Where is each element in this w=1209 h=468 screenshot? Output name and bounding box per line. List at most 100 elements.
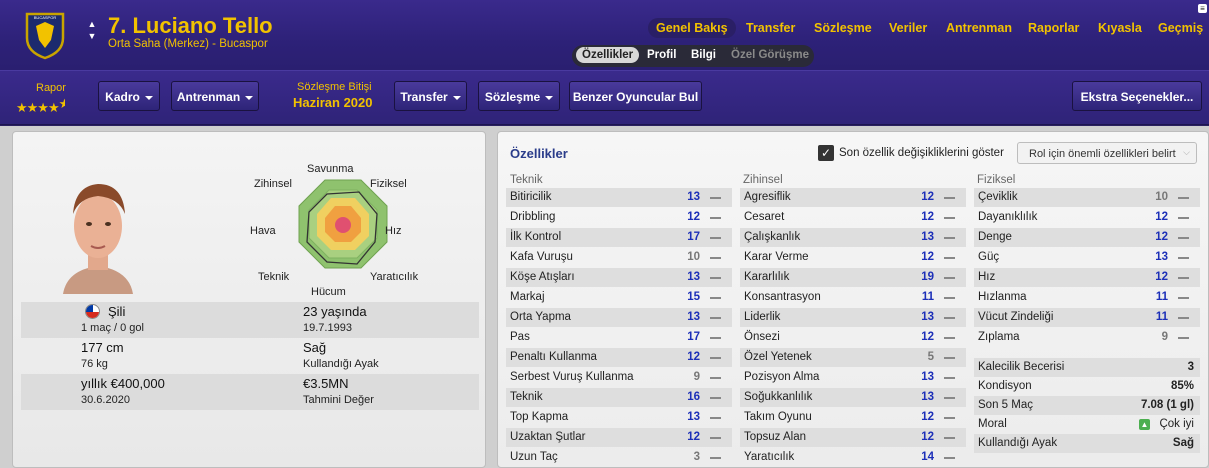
trend-neutral-icon [710, 357, 721, 359]
attribute-row[interactable]: Özel Yetenek 5 [740, 348, 966, 367]
attribute-value: 13 [687, 411, 700, 423]
trend-neutral-icon [944, 437, 955, 439]
attribute-row[interactable]: Cesaret 12 [740, 208, 966, 227]
attribute-row[interactable]: Dribbling 12 [506, 208, 732, 227]
player-header: BUCASPOR ▲ ▼ 7. Luciano Tello Orta Saha (… [0, 0, 1209, 70]
foot-label: Kullandığı Ayak [303, 358, 379, 370]
similar-players-button[interactable]: Benzer Oyuncular Bul [569, 81, 702, 111]
attribute-row[interactable]: Kondisyon 85% [974, 377, 1200, 396]
attribute-row[interactable]: Önsezi 12 [740, 328, 966, 347]
attribute-name: Bitiricilik [510, 191, 552, 203]
subtab-bilgi[interactable]: Bilgi [691, 49, 716, 61]
show-changes-label[interactable]: Son özellik değişikliklerini göster [839, 147, 1004, 159]
attribute-row[interactable]: Son 5 Maç 7.08 (1 gl) [974, 396, 1200, 415]
attribute-row[interactable]: İlk Kontrol 17 [506, 228, 732, 247]
trend-neutral-icon [944, 237, 955, 239]
attribute-value: 17 [687, 331, 700, 343]
crest-text: BUCASPOR [34, 15, 57, 20]
radar-label-hiz: Hız [385, 225, 402, 237]
kadro-button[interactable]: Kadro [98, 81, 160, 111]
attribute-row[interactable]: Yaratıcılık 14 [740, 448, 966, 467]
report-stars-icon[interactable]: ★★★★★ [16, 96, 65, 116]
radar-label-hava: Hava [250, 225, 276, 237]
attribute-row[interactable]: Moral ▲ Çok iyi [974, 415, 1200, 434]
attribute-row[interactable]: Kalecilik Becerisi 3 [974, 358, 1200, 377]
attribute-row[interactable]: Takım Oyunu 12 [740, 408, 966, 427]
attribute-row[interactable]: Topsuz Alan 12 [740, 428, 966, 447]
attribute-row[interactable]: Bitiricilik 13 [506, 188, 732, 207]
attribute-row[interactable]: Markaj 15 [506, 288, 732, 307]
role-attributes-button[interactable]: Rol için önemli özellikleri belirt ⌵ [1017, 142, 1197, 164]
attribute-row[interactable]: Konsantrasyon 11 [740, 288, 966, 307]
chevron-down-icon [144, 95, 153, 100]
attribute-name: Uzun Taç [510, 451, 558, 463]
attribute-name: İlk Kontrol [510, 231, 562, 243]
contract-end-value: Haziran 2020 [293, 95, 373, 110]
attribute-name: Çalışkanlık [744, 231, 801, 243]
nav-antrenman[interactable]: Antrenman [946, 21, 1012, 35]
attribute-row[interactable]: Güç 13 [974, 248, 1200, 267]
nav-gecmis[interactable]: Geçmiş [1158, 21, 1203, 35]
nav-sozlesme[interactable]: Sözleşme [814, 21, 872, 35]
attribute-value: Çok iyi [1159, 418, 1194, 430]
attribute-row[interactable]: Kullandığı Ayak Sağ [974, 434, 1200, 453]
attribute-name: Hızlanma [978, 291, 1027, 303]
attribute-row[interactable]: Kararlılık 19 [740, 268, 966, 287]
settings-icon[interactable]: ≡ [1198, 4, 1207, 13]
main-content: Savunma Fiziksel Hız Yaratıcılık Hücum T… [0, 126, 1209, 468]
attribute-row[interactable]: Agresiflik 12 [740, 188, 966, 207]
attribute-row[interactable]: Penaltı Kullanma 12 [506, 348, 732, 367]
nav-genel-bakis[interactable]: Genel Bakış [648, 18, 736, 38]
attribute-value: 13 [687, 311, 700, 323]
chevron-down-icon [545, 95, 554, 100]
trend-neutral-icon [944, 357, 955, 359]
radar-label-yaraticilik: Yaratıcılık [370, 271, 419, 283]
attribute-name: Orta Yapma [510, 311, 571, 323]
club-crest-icon[interactable]: BUCASPOR [24, 10, 66, 60]
attribute-row[interactable]: Serbest Vuruş Kullanma 9 [506, 368, 732, 387]
attribute-row[interactable]: Köşe Atışları 13 [506, 268, 732, 287]
attribute-row[interactable]: Teknik 16 [506, 388, 732, 407]
attribute-row[interactable]: Top Kapma 13 [506, 408, 732, 427]
attribute-row[interactable]: Pozisyon Alma 13 [740, 368, 966, 387]
attribute-row[interactable]: Çalışkanlık 13 [740, 228, 966, 247]
transfer-button[interactable]: Transfer [394, 81, 467, 111]
attribute-row[interactable]: Denge 12 [974, 228, 1200, 247]
sozlesme-button[interactable]: Sözleşme [478, 81, 560, 111]
attribute-value: 19 [921, 271, 934, 283]
attribute-row[interactable]: Orta Yapma 13 [506, 308, 732, 327]
attribute-row[interactable]: Liderlik 13 [740, 308, 966, 327]
attribute-row[interactable]: Karar Verme 12 [740, 248, 966, 267]
attribute-row[interactable]: Soğukkanlılık 13 [740, 388, 966, 407]
nav-transfer[interactable]: Transfer [746, 21, 795, 35]
show-changes-checkbox[interactable]: ✓ [818, 145, 834, 161]
attribute-row[interactable]: Hızlanma 11 [974, 288, 1200, 307]
attribute-row[interactable]: Dayanıklılık 12 [974, 208, 1200, 227]
attribute-row[interactable]: Çeviklik 10 [974, 188, 1200, 207]
attribute-value: 12 [1155, 271, 1168, 283]
nav-raporlar[interactable]: Raporlar [1028, 21, 1079, 35]
attribute-row[interactable]: Hız 12 [974, 268, 1200, 287]
subtab-profil[interactable]: Profil [647, 49, 676, 61]
chile-flag-icon [85, 304, 100, 319]
attribute-row[interactable]: Pas 17 [506, 328, 732, 347]
player-switcher-icon[interactable]: ▲ ▼ [86, 18, 98, 46]
attribute-row[interactable]: Uzaktan Şutlar 12 [506, 428, 732, 447]
nav-veriler[interactable]: Veriler [889, 21, 927, 35]
nav-kiyasla[interactable]: Kıyasla [1098, 21, 1142, 35]
attribute-row[interactable]: Vücut Zindeliği 11 [974, 308, 1200, 327]
attribute-row[interactable]: Kafa Vuruşu 10 [506, 248, 732, 267]
attribute-value: 12 [921, 411, 934, 423]
nation-value[interactable]: Şili [108, 304, 125, 319]
extra-options-button[interactable]: Ekstra Seçenekler... [1072, 81, 1202, 111]
attribute-row[interactable]: Uzun Taç 3 [506, 448, 732, 467]
attribute-row[interactable]: Zıplama 9 [974, 328, 1200, 347]
player-role: Orta Saha (Merkez) - Bucaspor [108, 38, 268, 50]
subtab-ozellikler[interactable]: Özellikler [576, 47, 640, 63]
attribute-name: Dribbling [510, 211, 556, 223]
antrenman-button[interactable]: Antrenman [171, 81, 259, 111]
attribute-value: 12 [921, 251, 934, 263]
attribute-name: Agresiflik [744, 191, 791, 203]
attribute-value: 13 [687, 191, 700, 203]
trend-neutral-icon [944, 197, 955, 199]
